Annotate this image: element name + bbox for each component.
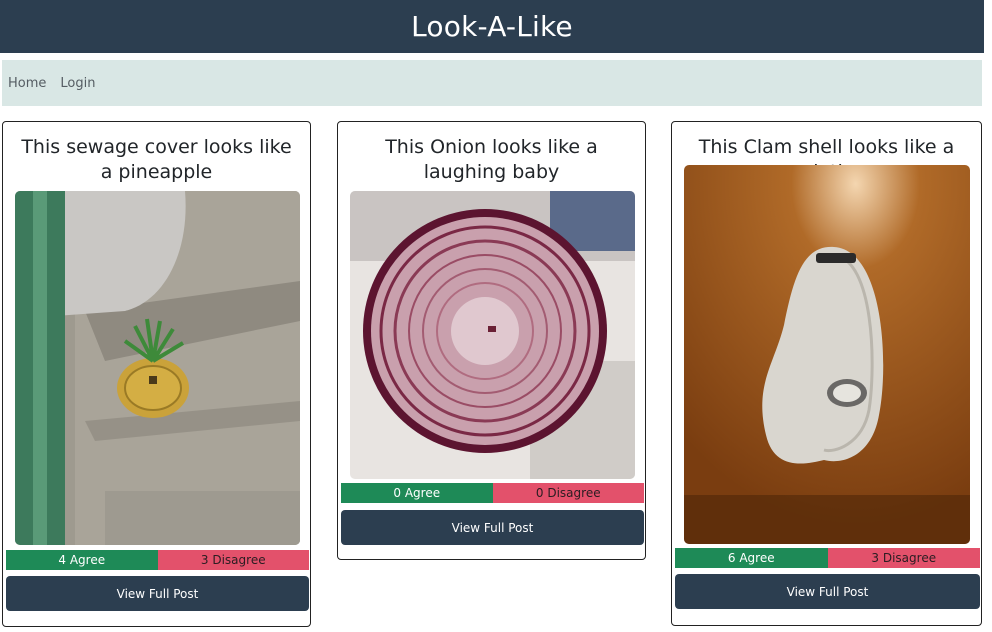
post-title: This sewage cover looks like a pineapple [21,136,292,183]
agree-button[interactable]: 6 Agree [675,548,828,568]
post-card-clam: This Clam shell looks like a sloth 6 Agr… [671,121,982,626]
disagree-button[interactable]: 3 Disagree [827,548,980,568]
clam-shell-photo[interactable] [684,165,970,544]
agree-button[interactable]: 4 Agree [6,550,158,570]
post-card-sewage: This sewage cover looks like a pineapple… [2,121,311,627]
nav-link-home[interactable]: Home [8,76,46,91]
view-full-post-button[interactable]: View Full Post [341,510,644,545]
view-full-post-button[interactable]: View Full Post [6,576,309,611]
agree-button[interactable]: 0 Agree [341,483,493,503]
vote-bar: 6 Agree 3 Disagree [675,548,980,568]
vote-bar: 4 Agree 3 Disagree [6,550,309,570]
view-full-post-button[interactable]: View Full Post [675,574,980,609]
disagree-button[interactable]: 3 Disagree [157,550,309,570]
site-title: Look-A-Like [411,10,573,43]
disagree-button[interactable]: 0 Disagree [492,483,644,503]
vote-bar: 0 Agree 0 Disagree [341,483,644,503]
site-header: Look-A-Like [0,0,984,53]
post-card-onion: This Onion looks like a laughing baby 0 … [337,121,646,560]
navbar: Home Login [2,60,982,106]
nav-link-login[interactable]: Login [60,76,95,91]
onion-photo[interactable] [350,191,635,479]
sewage-cover-photo[interactable] [15,191,300,545]
post-title: This Onion looks like a laughing baby [385,136,598,183]
